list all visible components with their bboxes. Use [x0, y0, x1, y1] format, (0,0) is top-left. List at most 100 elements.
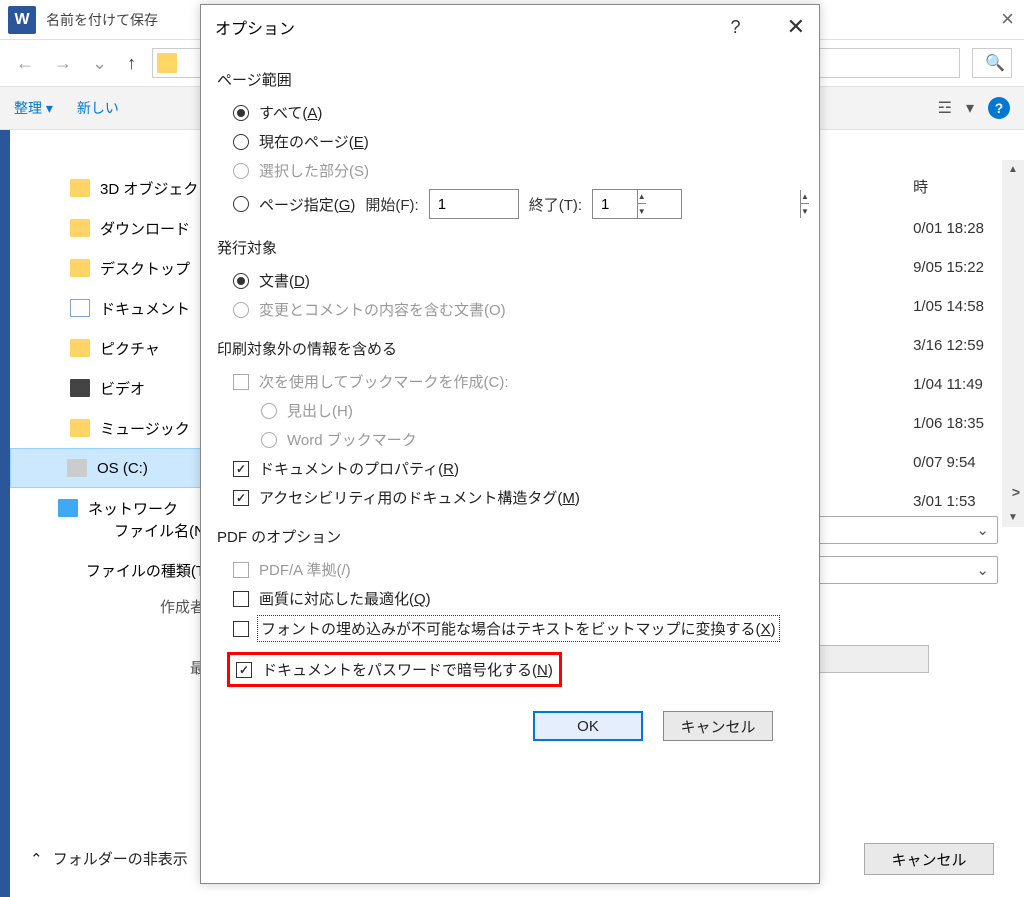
check-doc-properties[interactable]: ドキュメントのプロパティ(R): [233, 458, 803, 479]
check-bitmap-text[interactable]: フォントの埋め込みが不可能な場合はテキストをビットマップに変換する(X): [233, 617, 803, 640]
sidebar-item-label: ビデオ: [100, 378, 145, 399]
check-optimize-image-quality[interactable]: 画質に対応した最適化(Q): [233, 588, 803, 609]
scroll-right-icon[interactable]: >: [1012, 484, 1020, 500]
view-caret-icon[interactable]: ▾: [966, 98, 974, 118]
to-label: 終了(T):: [529, 194, 582, 215]
folder-icon: [70, 259, 90, 277]
sidebar-item-documents[interactable]: ドキュメント: [10, 288, 210, 328]
document-icon: [70, 299, 90, 317]
new-folder-button[interactable]: 新しい: [77, 98, 119, 118]
radio-document-with-markup: 変更とコメントの内容を含む文書(O): [233, 299, 803, 320]
chevron-down-icon: ⌄: [976, 561, 989, 579]
options-title: オプション: [215, 15, 731, 39]
cancel-button[interactable]: キャンセル: [663, 711, 773, 741]
sidebar-item-label: OS (C:): [97, 460, 148, 477]
search-box[interactable]: 🔍: [972, 48, 1012, 78]
section-include: 印刷対象外の情報を含める: [217, 338, 803, 359]
help-icon[interactable]: ?: [988, 97, 1010, 119]
sidebar-item-music[interactable]: ミュージック: [10, 408, 210, 448]
spin-down-icon[interactable]: ▼: [800, 204, 809, 218]
file-date: 3/16 12:59: [913, 326, 984, 365]
section-publish: 発行対象: [217, 237, 803, 258]
folder-icon: [70, 339, 90, 357]
sidebar-item-label: デスクトップ: [100, 258, 190, 279]
spin-up-icon[interactable]: ▲: [800, 190, 809, 204]
check-optimize-label: 画質に対応した最適化(Q): [259, 588, 431, 609]
checkbox-icon: [233, 490, 249, 506]
radio-headings-label: 見出し(H): [287, 400, 353, 421]
section-pdf-options: PDF のオプション: [217, 526, 803, 547]
scroll-down-icon[interactable]: ▼: [1008, 512, 1018, 523]
file-date: 1/06 18:35: [913, 404, 984, 443]
radio-document-label: 文書(D): [259, 270, 310, 291]
close-icon[interactable]: ×: [1001, 6, 1014, 32]
save-as-cancel-button[interactable]: キャンセル: [864, 843, 994, 875]
check-encrypt-label: ドキュメントをパスワードで暗号化する(N): [262, 659, 553, 680]
nav-recent-caret-icon[interactable]: ⌄: [88, 49, 111, 78]
nav-forward-icon[interactable]: →: [50, 49, 76, 78]
drive-icon: [67, 459, 87, 477]
checkbox-icon: [233, 562, 249, 578]
close-icon[interactable]: ✕: [787, 14, 805, 40]
radio-word-bm-label: Word ブックマーク: [287, 429, 417, 450]
radio-markup-label: 変更とコメントの内容を含む文書(O): [259, 299, 506, 320]
video-icon: [70, 379, 90, 397]
file-date: 1/04 11:49: [913, 365, 984, 404]
ok-button[interactable]: OK: [533, 711, 643, 741]
sidebar-item-downloads[interactable]: ダウンロード: [10, 208, 210, 248]
sidebar-item-os-c[interactable]: OS (C:): [10, 448, 210, 488]
view-mode-icon[interactable]: ☲: [938, 98, 952, 118]
radio-selection: 選択した部分(S): [233, 160, 803, 181]
options-dialog: オプション ? ✕ ページ範囲 すべて(A) 現在のページ(E) 選択した部分(…: [200, 4, 820, 884]
filename-label: ファイル名(N): [40, 520, 210, 541]
hide-folders-toggle[interactable]: ⌃ フォルダーの非表示: [30, 848, 188, 869]
chevron-up-icon: ⌃: [30, 851, 43, 868]
file-date: 0/07 9:54: [913, 443, 984, 482]
checkbox-icon: [233, 374, 249, 390]
check-pdfa-label: PDF/A 準拠(/): [259, 559, 351, 580]
sidebar-item-label: ピクチャ: [100, 338, 160, 359]
radio-selection-label: 選択した部分(S): [259, 160, 369, 181]
word-app-icon: W: [8, 6, 36, 34]
from-page-spinner[interactable]: ▲▼: [429, 189, 519, 219]
folder-icon: [157, 53, 177, 73]
from-label: 開始(F):: [365, 194, 418, 215]
checkbox-icon: [236, 662, 252, 678]
sidebar-item-desktop[interactable]: デスクトップ: [10, 248, 210, 288]
radio-headings: 見出し(H): [261, 400, 803, 421]
nav-up-icon[interactable]: ↑: [123, 49, 140, 78]
vertical-scrollbar[interactable]: ▲ ▼: [1002, 160, 1024, 527]
radio-icon: [261, 432, 277, 448]
scroll-up-icon[interactable]: ▲: [1008, 164, 1018, 175]
radio-all-pages[interactable]: すべて(A): [233, 102, 803, 123]
radio-icon: [233, 273, 249, 289]
sidebar-item-videos[interactable]: ビデオ: [10, 368, 210, 408]
nav-back-icon[interactable]: ←: [12, 49, 38, 78]
check-props-label: ドキュメントのプロパティ(R): [259, 458, 459, 479]
radio-current-label: 現在のページ(E): [259, 131, 369, 152]
radio-icon: [233, 302, 249, 318]
check-bookmarks-label: 次を使用してブックマークを作成(C):: [259, 371, 509, 392]
radio-page-range[interactable]: [233, 196, 249, 212]
folder-icon: [70, 419, 90, 437]
to-page-input[interactable]: [593, 196, 800, 213]
check-encrypt-password[interactable]: ドキュメントをパスワードで暗号化する(N): [227, 652, 562, 687]
checkbox-icon: [233, 621, 249, 637]
sidebar-item-pictures[interactable]: ピクチャ: [10, 328, 210, 368]
save-as-title: 名前を付けて保存: [46, 10, 158, 30]
column-header-date[interactable]: 時: [913, 168, 984, 207]
sidebar-item-3d-objects[interactable]: 3D オブジェク: [10, 168, 210, 208]
radio-icon: [233, 134, 249, 150]
sidebar-item-label: 3D オブジェク: [100, 178, 198, 199]
to-page-spinner[interactable]: ▲▼: [592, 189, 682, 219]
hide-folders-label: フォルダーの非表示: [53, 851, 188, 868]
help-icon[interactable]: ?: [731, 17, 741, 38]
organize-button[interactable]: 整理 ▾: [14, 98, 53, 118]
radio-document[interactable]: 文書(D): [233, 270, 803, 291]
section-page-range: ページ範囲: [217, 69, 803, 90]
checkbox-icon: [233, 461, 249, 477]
radio-current-page[interactable]: 現在のページ(E): [233, 131, 803, 152]
folder-icon: [70, 179, 90, 197]
file-date: 0/01 18:28: [913, 209, 984, 248]
check-a11y-tags[interactable]: アクセシビリティ用のドキュメント構造タグ(M): [233, 487, 803, 508]
